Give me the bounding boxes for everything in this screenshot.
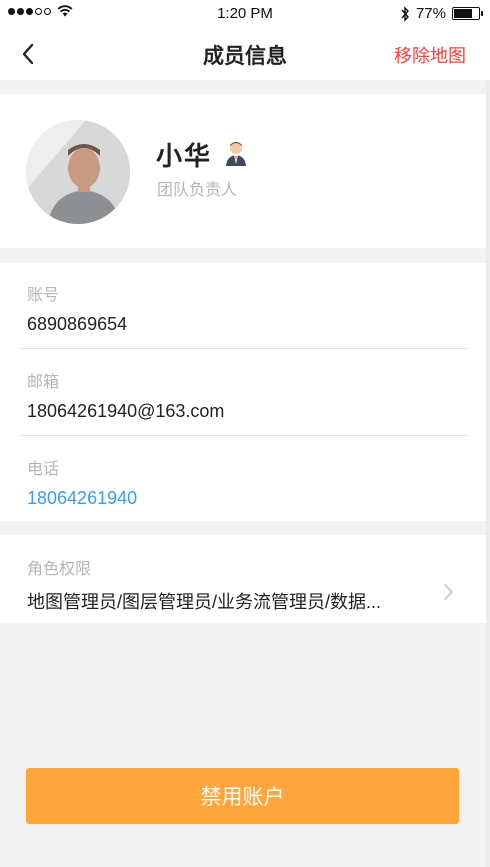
scroll-edge	[486, 80, 490, 867]
phone-link[interactable]: 18064261940	[27, 488, 466, 509]
divider	[20, 348, 468, 349]
role-value: 地图管理员/图层管理员/业务流管理员/数据...	[27, 592, 382, 612]
phone-label: 电话	[27, 461, 60, 478]
email-field: 邮箱 18064261940@163.com	[27, 368, 466, 422]
role-field: 角色权限 地图管理员/图层管理员/业务流管理员/数据...	[27, 555, 424, 614]
profile-card: 小华 团队负责人	[0, 94, 486, 248]
status-right: 77%	[400, 5, 483, 22]
email-value: 18064261940@163.com	[27, 401, 225, 421]
role-permissions-row[interactable]: 角色权限 地图管理员/图层管理员/业务流管理员/数据...	[0, 535, 486, 623]
email-label: 邮箱	[27, 374, 60, 391]
account-field: 账号 6890869654	[27, 281, 466, 335]
account-label: 账号	[27, 287, 60, 304]
role-label: 角色权限	[27, 561, 92, 578]
battery-icon	[452, 7, 483, 20]
divider	[20, 435, 468, 436]
contact-info-card: 账号 6890869654 邮箱 18064261940@163.com 电话 …	[0, 263, 486, 521]
avatar-image	[26, 120, 130, 224]
chevron-right-icon	[444, 584, 453, 600]
user-role: 团队负责人	[157, 182, 238, 199]
nav-bar: 成员信息 移除地图	[0, 28, 490, 80]
phone-field: 电话 18064261940	[27, 455, 466, 509]
battery-fill	[454, 9, 473, 18]
leader-person-icon	[226, 142, 246, 166]
status-bar: 1:20 PM 77%	[0, 0, 490, 28]
avatar	[26, 120, 130, 224]
remove-from-map-button[interactable]: 移除地图	[394, 42, 466, 68]
bluetooth-icon	[401, 5, 409, 22]
user-name: 小华	[156, 141, 213, 171]
battery-percent: 77%	[415, 5, 446, 22]
disable-account-button[interactable]: 禁用账户	[26, 768, 459, 824]
account-value: 6890869654	[27, 314, 128, 334]
